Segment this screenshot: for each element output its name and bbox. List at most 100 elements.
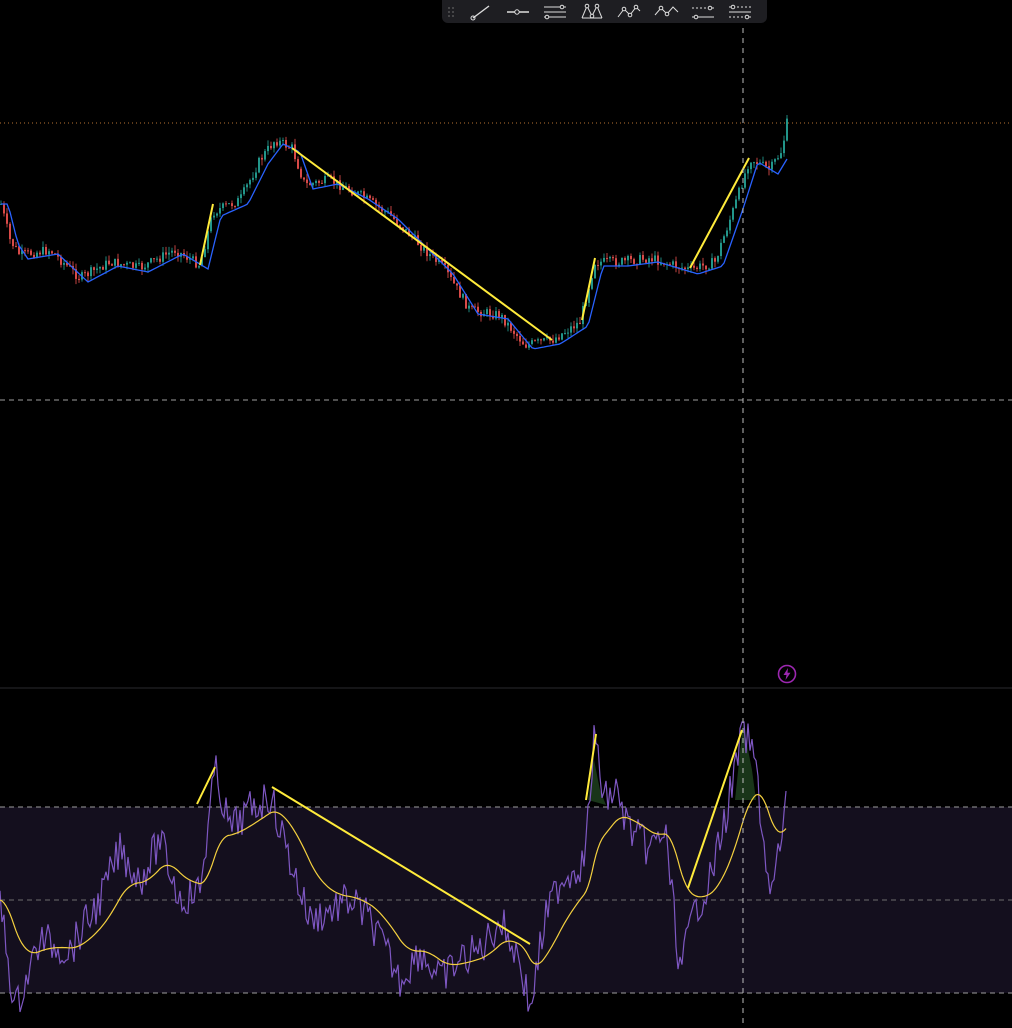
candle-body (744, 173, 746, 188)
candle-body (372, 198, 374, 200)
candle-body (153, 258, 155, 260)
candle-body (702, 263, 704, 266)
candle-body (696, 267, 698, 269)
candle-body (762, 161, 764, 163)
candle-body (567, 332, 569, 334)
candle-body (138, 262, 140, 264)
candle-body (123, 264, 125, 266)
candle-body (786, 118, 788, 141)
candle-body (462, 293, 464, 298)
candle-body (285, 140, 287, 148)
trendline[interactable] (689, 157, 750, 269)
candle-body (537, 339, 539, 341)
candle-body (369, 195, 371, 199)
candle-body (486, 309, 488, 314)
trendline[interactable] (291, 147, 553, 341)
horizontal-ray-tool-icon[interactable] (503, 2, 533, 22)
trendline[interactable] (581, 257, 596, 321)
candle-body (717, 256, 719, 262)
candle-body (114, 258, 116, 266)
candle-body (540, 339, 542, 341)
candle-body (597, 264, 599, 266)
candle-body (192, 256, 194, 259)
candle-body (135, 263, 137, 268)
drag-grip-icon[interactable] (446, 5, 456, 19)
chart-canvas[interactable] (0, 0, 1012, 1024)
candle-body (672, 261, 674, 265)
candle-body (42, 246, 44, 255)
candle-body (732, 208, 734, 220)
candle-body (276, 142, 278, 146)
candle-body (627, 255, 629, 261)
candle-body (24, 250, 26, 252)
candle-body (255, 172, 257, 178)
path-tool-icon[interactable] (651, 2, 681, 22)
lightning-alert-icon[interactable] (777, 664, 797, 684)
candle-body (90, 267, 92, 277)
candle-body (558, 337, 560, 340)
candle-body (78, 278, 80, 280)
candle-body (150, 258, 152, 263)
candle-body (168, 252, 170, 255)
candle-body (594, 264, 596, 279)
candle-body (774, 159, 776, 162)
candle-body (525, 344, 527, 348)
range-tool-icon[interactable] (688, 2, 718, 22)
candle-body (522, 341, 524, 345)
candle-body (204, 249, 206, 258)
candle-body (324, 176, 326, 184)
candle-body (612, 257, 614, 259)
trend-line-tool-icon[interactable] (466, 2, 496, 22)
candle-body (240, 194, 242, 199)
candle-body (99, 267, 101, 269)
candle-body (231, 203, 233, 206)
candle-body (303, 177, 305, 180)
candle-body (306, 179, 308, 184)
candle-body (156, 258, 158, 260)
candle-body (267, 145, 269, 152)
candle-body (279, 140, 281, 146)
pattern-tool-icon[interactable] (577, 2, 607, 22)
candle-body (606, 257, 608, 259)
candle-body (213, 215, 215, 218)
candle-body (6, 213, 8, 224)
parallel-channel-tool-icon[interactable] (540, 2, 570, 22)
candle-body (15, 246, 17, 248)
candle-body (651, 258, 653, 262)
candle-body (780, 153, 782, 159)
price-divergence-lines[interactable] (199, 147, 750, 341)
regression-tool-icon[interactable] (725, 2, 755, 22)
drawing-toolbar[interactable] (442, 0, 767, 23)
elliott-wave-tool-icon[interactable] (614, 2, 644, 22)
candle-body (249, 179, 251, 185)
candle-body (33, 254, 35, 258)
candle-body (654, 255, 656, 262)
candle-body (3, 203, 5, 214)
candle-body (342, 187, 344, 190)
candle-body (723, 236, 725, 243)
trendline[interactable] (196, 766, 216, 805)
candle-body (630, 255, 632, 260)
candle-body (318, 180, 320, 183)
candle-body (750, 162, 752, 170)
candle-body (561, 333, 563, 340)
candle-body (246, 184, 248, 188)
candle-body (570, 326, 572, 333)
candle-body (87, 272, 89, 277)
candle-body (609, 257, 611, 259)
candle-body (657, 255, 659, 265)
candle-body (747, 169, 749, 174)
chart-area[interactable] (0, 0, 1012, 1024)
candle-body (30, 250, 32, 255)
candle-body (105, 260, 107, 270)
candle-body (468, 305, 470, 309)
candle-body (63, 263, 65, 265)
candlestick-series (0, 114, 788, 350)
candle-body (720, 242, 722, 257)
candle-body (576, 322, 578, 329)
candle-body (198, 266, 200, 268)
candle-body (564, 333, 566, 335)
candle-body (159, 258, 161, 262)
candle-body (621, 257, 623, 265)
candle-body (141, 262, 143, 270)
